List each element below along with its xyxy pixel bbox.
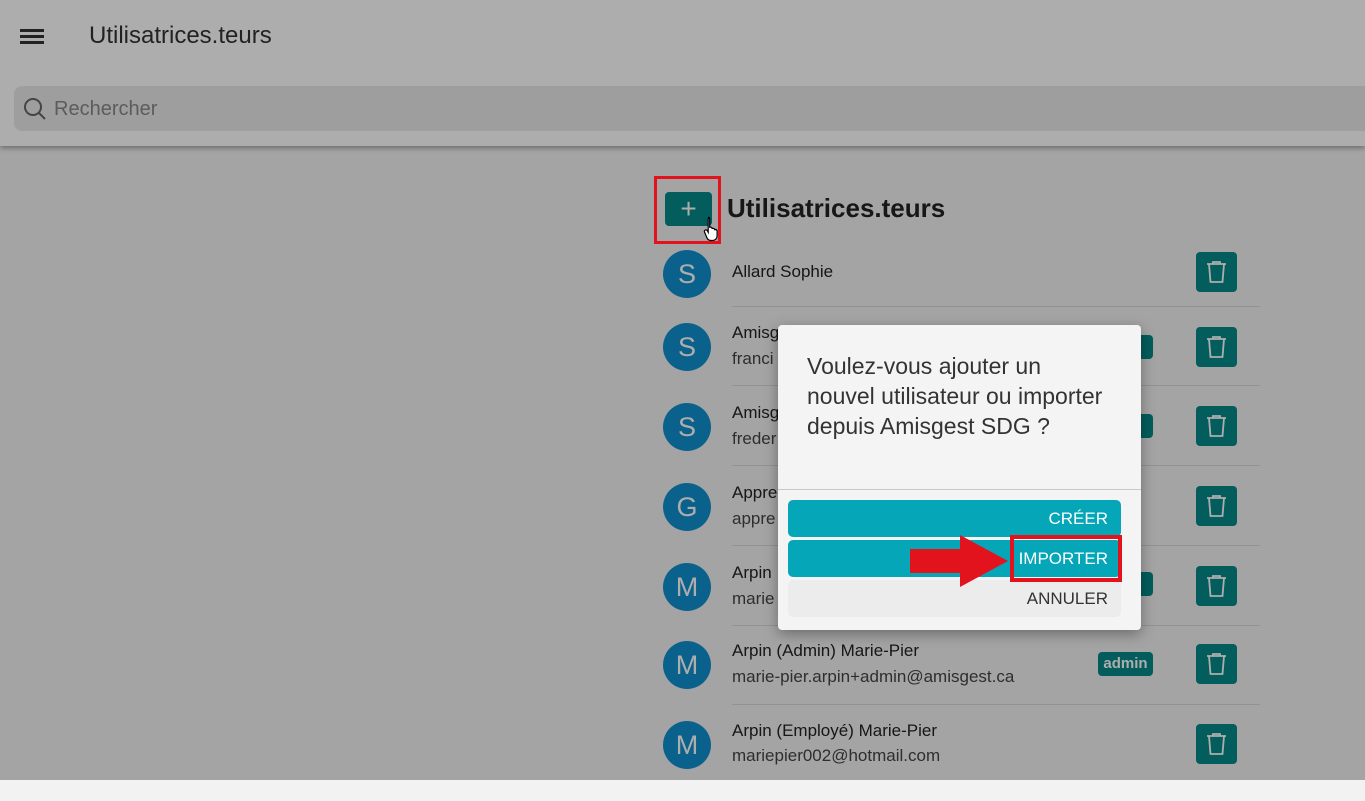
modal-backdrop[interactable] (0, 0, 1365, 780)
red-arrow-icon (910, 535, 1008, 587)
create-button[interactable]: CRÉER (788, 500, 1121, 537)
dialog-divider (778, 489, 1141, 490)
dialog-message: Voulez-vous ajouter un nouvel utilisateu… (807, 353, 1103, 439)
hand-cursor-icon (703, 216, 718, 242)
highlight-box (1010, 535, 1122, 582)
